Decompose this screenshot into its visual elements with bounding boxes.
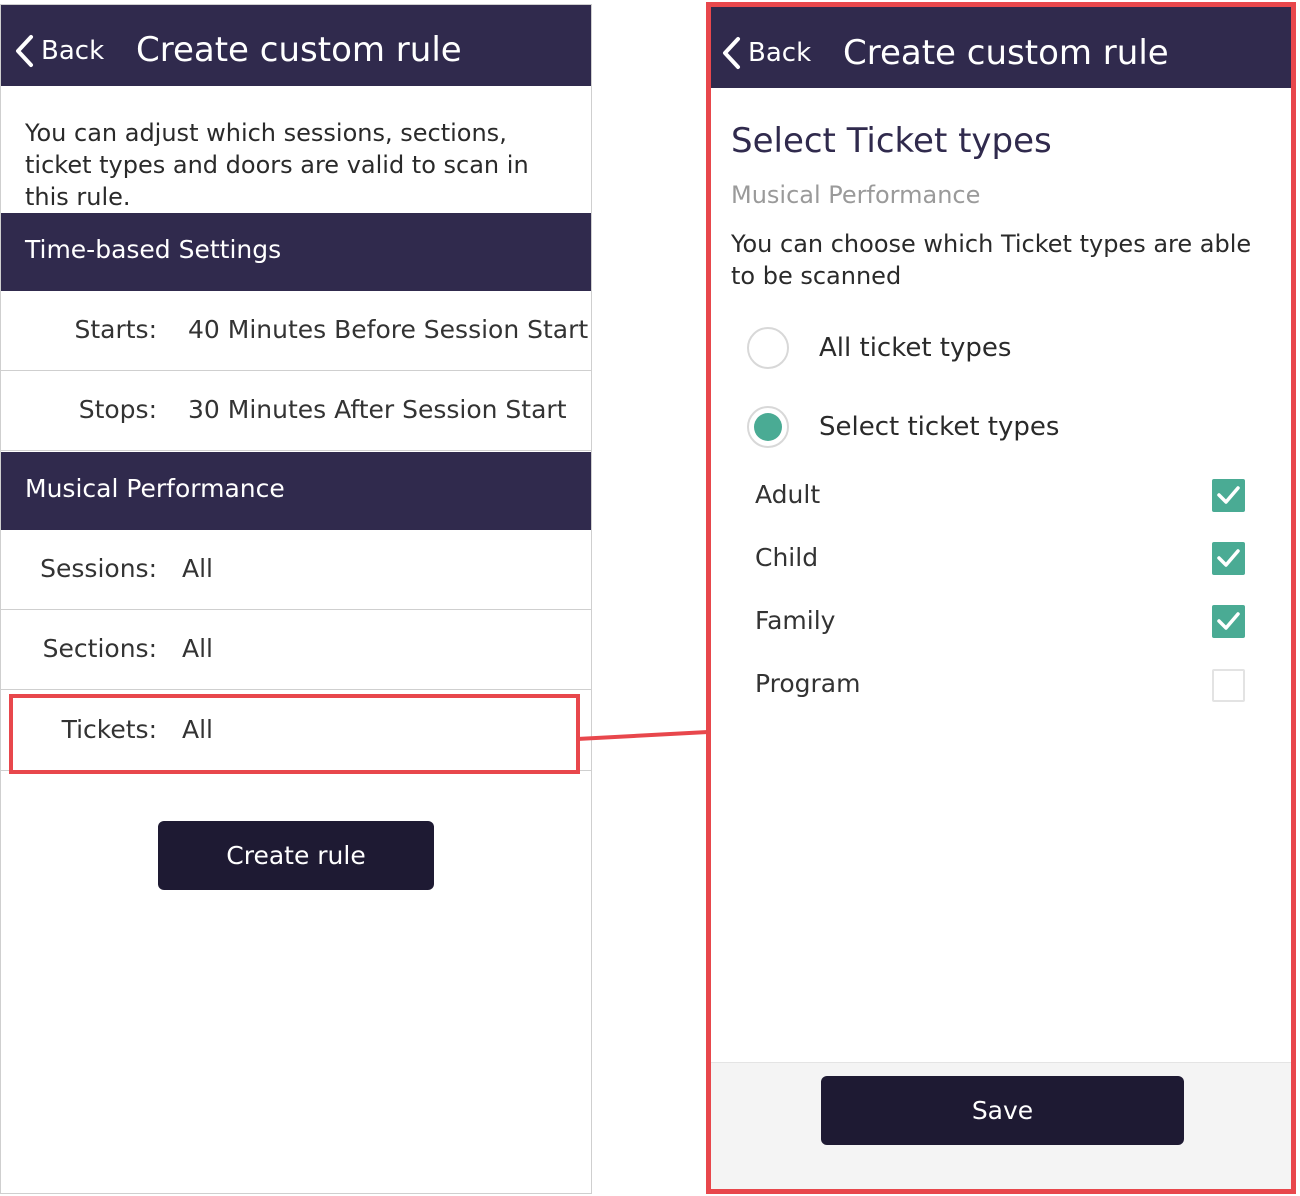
checkmark-icon	[1217, 486, 1240, 504]
back-button[interactable]: Back	[13, 31, 104, 71]
sessions-label: Sessions:	[40, 554, 157, 583]
sessions-value: All	[182, 554, 213, 583]
checkmark-icon	[1217, 612, 1240, 630]
sections-label: Sections:	[42, 634, 157, 663]
radio-select-ticket-types[interactable]: Select ticket types	[747, 403, 1059, 451]
sections-row[interactable]: Sections: All	[1, 610, 591, 690]
radio-button-selected[interactable]	[747, 406, 789, 448]
select-ticket-types-screen: Back Create custom rule Select Ticket ty…	[706, 2, 1296, 1194]
time-settings-header: Time-based Settings	[1, 213, 591, 291]
starts-label: Starts:	[74, 315, 157, 344]
ticket-type-label: Adult	[755, 480, 821, 509]
chevron-left-icon	[723, 37, 740, 69]
ticket-type-label: Program	[755, 669, 861, 698]
child-checkbox[interactable]	[1212, 542, 1245, 575]
starts-row[interactable]: Starts: 40 Minutes Before Session Start	[1, 291, 591, 371]
save-button[interactable]: Save	[821, 1076, 1184, 1145]
radio-label: Select ticket types	[819, 412, 1060, 442]
stops-value: 30 Minutes After Session Start	[188, 395, 567, 424]
top-bar: Back Create custom rule	[711, 7, 1291, 88]
program-checkbox[interactable]	[1212, 669, 1245, 702]
chevron-left-icon	[16, 35, 33, 67]
family-checkbox[interactable]	[1212, 605, 1245, 638]
section-title: Time-based Settings	[25, 235, 282, 264]
section-title: Musical Performance	[25, 474, 285, 503]
radio-all-ticket-types[interactable]: All ticket types	[747, 324, 1011, 372]
description-text: You can choose which Ticket types are ab…	[731, 230, 1252, 290]
sessions-row[interactable]: Sessions: All	[1, 530, 591, 610]
sections-value: All	[182, 634, 213, 663]
top-bar: Back Create custom rule	[1, 5, 591, 86]
footer-bar: Save	[711, 1062, 1291, 1189]
ticket-type-label: Child	[755, 543, 819, 572]
musical-performance-header: Musical Performance	[1, 452, 591, 530]
create-rule-button[interactable]: Create rule	[158, 821, 434, 890]
section-heading: Select Ticket types	[731, 121, 1052, 161]
page-title: Create custom rule	[843, 33, 1169, 73]
event-name: Musical Performance	[731, 181, 981, 209]
stops-label: Stops:	[78, 395, 157, 424]
intro-text: You can adjust which sessions, sections,…	[25, 119, 529, 211]
page-title: Create custom rule	[136, 30, 462, 70]
ticket-type-label: Family	[755, 606, 836, 635]
radio-selected-dot	[754, 413, 782, 441]
create-rule-screen: Back Create custom rule You can adjust w…	[0, 4, 592, 1194]
radio-label: All ticket types	[819, 333, 1012, 363]
back-label: Back	[748, 38, 812, 68]
adult-checkbox[interactable]	[1212, 479, 1245, 512]
starts-value: 40 Minutes Before Session Start	[188, 315, 589, 344]
radio-button[interactable]	[747, 327, 789, 369]
checkmark-icon	[1217, 549, 1240, 567]
back-label: Back	[41, 36, 105, 66]
back-button[interactable]: Back	[720, 33, 811, 73]
stops-row[interactable]: Stops: 30 Minutes After Session Start	[1, 371, 591, 451]
callout-connector	[577, 730, 708, 741]
tickets-highlight	[9, 694, 580, 774]
